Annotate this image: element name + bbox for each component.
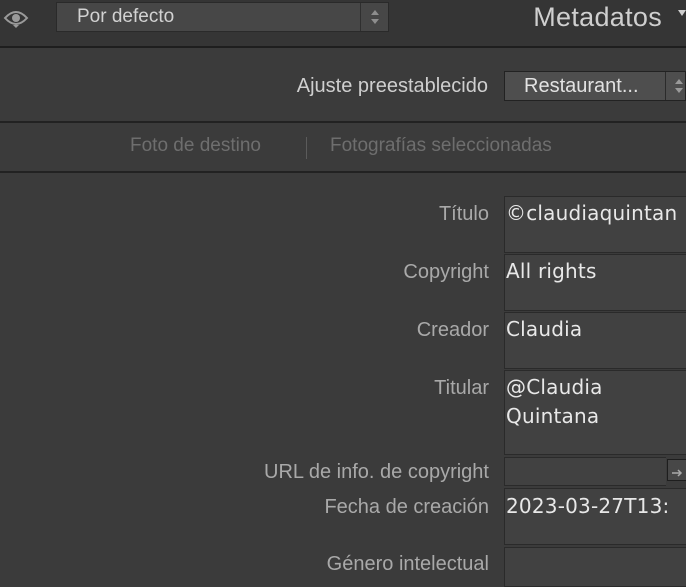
preset-select[interactable]: Por defecto — [56, 2, 389, 32]
genero-label: Género intelectual — [326, 553, 489, 575]
target-tabs: Foto de destino Fotografías seleccionada… — [0, 135, 686, 163]
titulo-label: Título — [438, 203, 489, 225]
divider — [665, 72, 666, 100]
preset-select-value: Por defecto — [77, 6, 175, 27]
fecha-value: 2023-03-27T13: — [506, 494, 670, 518]
updown-arrows-icon — [675, 79, 683, 93]
updown-arrows-icon — [371, 10, 379, 24]
url-field[interactable] — [504, 457, 666, 486]
copyright-label: Copyright — [403, 261, 489, 283]
divider — [0, 171, 686, 173]
tab-separator — [306, 137, 307, 159]
copyright-value: All rights — [506, 259, 597, 283]
panel-menu-icon[interactable] — [678, 10, 686, 16]
eye-icon[interactable] — [3, 7, 29, 29]
url-label: URL de info. de copyright — [264, 461, 489, 483]
creador-label: Creador — [416, 319, 489, 341]
metadata-preset-value: Restaurant... — [524, 75, 639, 97]
tab-foto-de-destino[interactable]: Foto de destino — [130, 135, 261, 157]
panel-title[interactable]: Metadatos — [533, 2, 662, 33]
creador-value: Claudia — [506, 317, 583, 341]
open-url-button[interactable] — [667, 459, 686, 481]
tab-fotografias-seleccionadas[interactable]: Fotografías seleccionadas — [330, 135, 552, 157]
titular-value-line2: Quintana — [506, 404, 600, 428]
titulo-value: ©claudiaquintan — [506, 201, 678, 225]
fecha-label: Fecha de creación — [324, 496, 489, 518]
preset-label: Ajuste preestablecido — [296, 75, 488, 97]
divider — [360, 3, 361, 31]
arrow-right-icon — [672, 469, 683, 477]
divider — [0, 121, 686, 123]
titular-label: Titular — [434, 377, 489, 399]
titular-value-line1: @Claudia — [506, 375, 603, 399]
metadata-preset-select[interactable]: Restaurant... — [504, 71, 686, 101]
genero-field[interactable] — [504, 547, 686, 587]
